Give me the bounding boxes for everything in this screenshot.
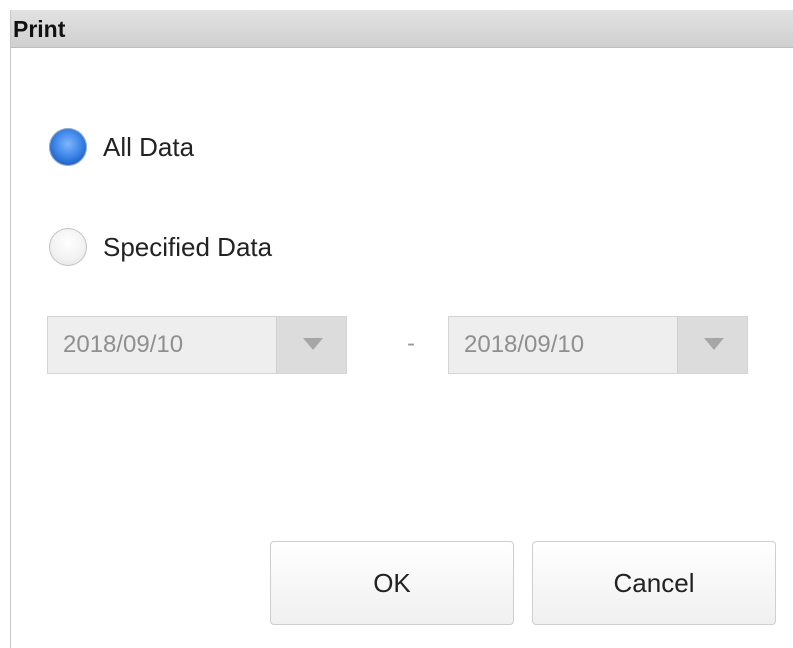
specified-data-label[interactable]: Specified Data xyxy=(103,228,272,266)
ok-button[interactable]: OK xyxy=(270,541,514,625)
cancel-button[interactable]: Cancel xyxy=(532,541,776,625)
end-date-value: 2018/09/10 xyxy=(464,331,585,358)
start-date-dropdown-button[interactable] xyxy=(276,317,346,373)
all-data-label[interactable]: All Data xyxy=(103,128,194,166)
start-date-value: 2018/09/10 xyxy=(63,331,184,358)
chevron-down-icon xyxy=(303,338,323,350)
all-data-radio[interactable] xyxy=(49,128,87,166)
end-date-dropdown-button[interactable] xyxy=(677,317,747,373)
specified-data-radio[interactable] xyxy=(49,228,87,266)
chevron-down-icon xyxy=(704,338,724,350)
start-date-select[interactable]: 2018/09/10 xyxy=(47,316,347,374)
specified-data-option[interactable]: Specified Data xyxy=(49,228,272,266)
date-range-separator: - xyxy=(407,330,415,357)
end-date-select[interactable]: 2018/09/10 xyxy=(448,316,748,374)
all-data-option[interactable]: All Data xyxy=(49,128,194,166)
dialog-title: Print xyxy=(13,16,66,42)
title-bar[interactable]: Print xyxy=(11,10,793,48)
print-dialog: Print All Data Specified Data 2018/09/10… xyxy=(10,10,793,648)
